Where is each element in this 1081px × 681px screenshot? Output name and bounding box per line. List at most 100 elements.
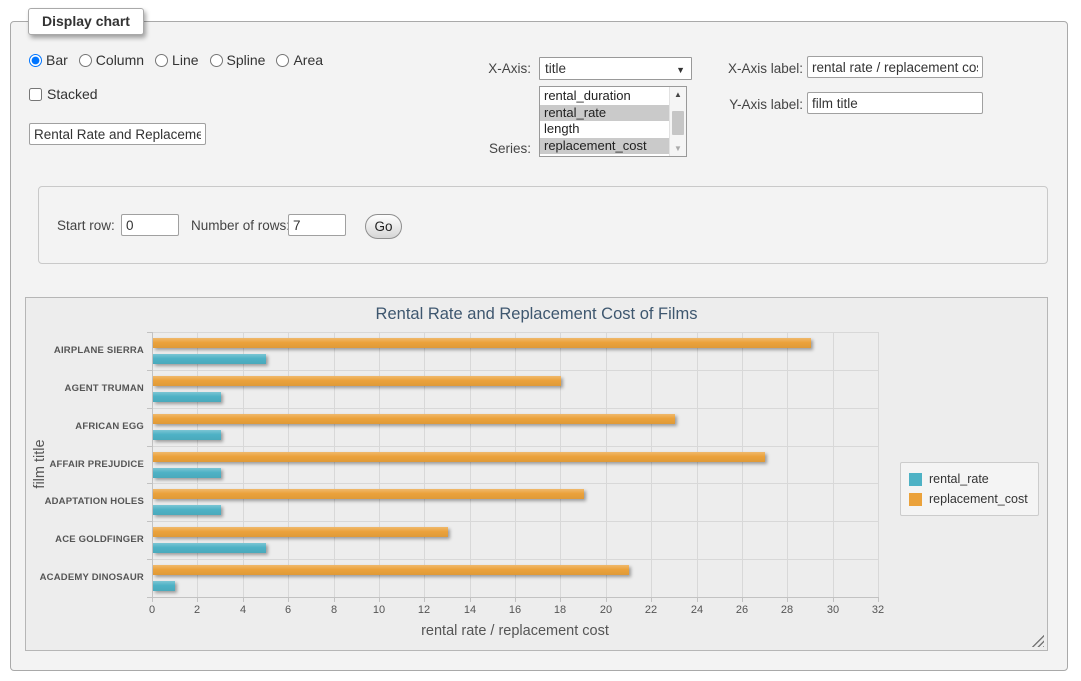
legend-item-replacement_cost[interactable]: replacement_cost bbox=[909, 489, 1028, 509]
series-option-rental_rate[interactable]: rental_rate bbox=[540, 105, 669, 122]
stacked-option[interactable]: Stacked bbox=[29, 86, 98, 102]
bar-sheen bbox=[153, 430, 221, 440]
gridline bbox=[697, 332, 698, 597]
x-tick-label: 12 bbox=[407, 604, 441, 616]
x-axis-tick bbox=[334, 597, 335, 602]
x-axis-label-input[interactable] bbox=[807, 56, 983, 78]
bar-rental_rate bbox=[153, 354, 266, 364]
scrollbar-thumb[interactable] bbox=[672, 111, 684, 135]
scroll-up-icon[interactable]: ▲ bbox=[670, 87, 686, 102]
category-label: AFRICAN EGG bbox=[34, 421, 144, 432]
bar-sheen bbox=[153, 581, 175, 591]
y-axis-tick bbox=[147, 559, 152, 560]
radio-column[interactable] bbox=[79, 54, 92, 67]
gridline bbox=[470, 332, 471, 597]
x-tick-label: 30 bbox=[816, 604, 850, 616]
x-axis-tick bbox=[651, 597, 652, 602]
radio-label: Area bbox=[293, 52, 323, 68]
bar-replacement_cost bbox=[153, 414, 675, 424]
chart-legend: rental_rate replacement_cost bbox=[900, 462, 1039, 516]
gridline bbox=[424, 332, 425, 597]
num-rows-input[interactable] bbox=[288, 214, 346, 236]
radio-area[interactable] bbox=[276, 54, 289, 67]
series-option-replacement_cost[interactable]: replacement_cost bbox=[540, 138, 669, 155]
chart-type-spline[interactable]: Spline bbox=[210, 52, 266, 68]
x-axis-tick bbox=[606, 597, 607, 602]
x-tick-label: 20 bbox=[589, 604, 623, 616]
num-rows-label: Number of rows: bbox=[191, 218, 290, 233]
x-tick-label: 18 bbox=[543, 604, 577, 616]
bar-rental_rate bbox=[153, 468, 221, 478]
y-axis-tick bbox=[147, 332, 152, 333]
chart-type-column[interactable]: Column bbox=[79, 52, 144, 68]
series-listbox[interactable]: rental_durationrental_ratelengthreplacem… bbox=[539, 86, 687, 157]
x-axis-tick bbox=[470, 597, 471, 602]
bar-replacement_cost bbox=[153, 338, 811, 348]
series-option-length[interactable]: length bbox=[540, 121, 669, 138]
bar-replacement_cost bbox=[153, 527, 448, 537]
bar-sheen bbox=[153, 392, 221, 402]
display-chart-panel: BarColumnLineSplineArea Stacked X-Axis: … bbox=[10, 21, 1068, 671]
category-label: AGENT TRUMAN bbox=[34, 383, 144, 394]
radio-bar[interactable] bbox=[29, 54, 42, 67]
x-tick-label: 10 bbox=[362, 604, 396, 616]
bar-sheen bbox=[153, 376, 561, 386]
bar-rental_rate bbox=[153, 392, 221, 402]
chart-type-line[interactable]: Line bbox=[155, 52, 198, 68]
x-tick-label: 32 bbox=[861, 604, 895, 616]
bar-sheen bbox=[153, 468, 221, 478]
x-axis-tick bbox=[787, 597, 788, 602]
x-axis-tick bbox=[878, 597, 879, 602]
series-option-rental_duration[interactable]: rental_duration bbox=[540, 88, 669, 105]
chart-title-input[interactable] bbox=[29, 123, 206, 145]
page: Display chart Bar Column Line Spline Area St… bbox=[0, 0, 1081, 681]
y-axis-tick bbox=[147, 521, 152, 522]
bar-rental_rate bbox=[153, 543, 266, 553]
radio-line[interactable] bbox=[155, 54, 168, 67]
radio-label: Bar bbox=[46, 52, 68, 68]
x-axis-tick bbox=[379, 597, 380, 602]
gridline bbox=[742, 332, 743, 597]
resize-handle-icon[interactable] bbox=[1032, 635, 1044, 647]
bar-replacement_cost bbox=[153, 565, 629, 575]
chart-type-bar[interactable]: Bar bbox=[29, 52, 68, 68]
category-label: AIRPLANE SIERRA bbox=[34, 345, 144, 356]
bar-rental_rate bbox=[153, 430, 221, 440]
panel-title: Display chart bbox=[28, 8, 144, 35]
legend-item-rental_rate[interactable]: rental_rate bbox=[909, 469, 1028, 489]
x-axis-label-label: X-Axis label: bbox=[711, 61, 803, 76]
bar-sheen bbox=[153, 414, 675, 424]
category-label: ACADEMY DINOSAUR bbox=[34, 572, 144, 583]
category-label: ADAPTATION HOLES bbox=[34, 496, 144, 507]
x-tick-label: 8 bbox=[317, 604, 351, 616]
gridline bbox=[334, 332, 335, 597]
go-button[interactable]: Go bbox=[365, 214, 402, 239]
x-axis-tick bbox=[833, 597, 834, 602]
x-axis-select[interactable]: title ▼ bbox=[539, 57, 692, 80]
listbox-scrollbar[interactable]: ▲ ▼ bbox=[669, 87, 686, 156]
x-axis-tick bbox=[742, 597, 743, 602]
category-label: AFFAIR PREJUDICE bbox=[34, 459, 144, 470]
gridline bbox=[379, 332, 380, 597]
x-axis-tick bbox=[560, 597, 561, 602]
start-row-input[interactable] bbox=[121, 214, 179, 236]
x-axis-selected-value: title bbox=[545, 61, 566, 76]
chart-type-area[interactable]: Area bbox=[276, 52, 323, 68]
chevron-down-icon: ▼ bbox=[676, 65, 685, 75]
gridline bbox=[878, 332, 879, 597]
bar-rental_rate bbox=[153, 581, 175, 591]
series-select-label: Series: bbox=[473, 141, 531, 156]
x-tick-label: 28 bbox=[770, 604, 804, 616]
legend-label: replacement_cost bbox=[929, 492, 1028, 506]
stacked-checkbox[interactable] bbox=[29, 88, 42, 101]
y-axis-tick bbox=[147, 370, 152, 371]
legend-swatch bbox=[909, 493, 922, 506]
scroll-down-icon[interactable]: ▼ bbox=[670, 141, 686, 156]
y-axis-label-input[interactable] bbox=[807, 92, 983, 114]
y-axis-tick bbox=[147, 446, 152, 447]
bar-sheen bbox=[153, 543, 266, 553]
radio-spline[interactable] bbox=[210, 54, 223, 67]
x-axis-tick bbox=[197, 597, 198, 602]
x-axis-tick bbox=[152, 597, 153, 602]
bar-sheen bbox=[153, 565, 629, 575]
